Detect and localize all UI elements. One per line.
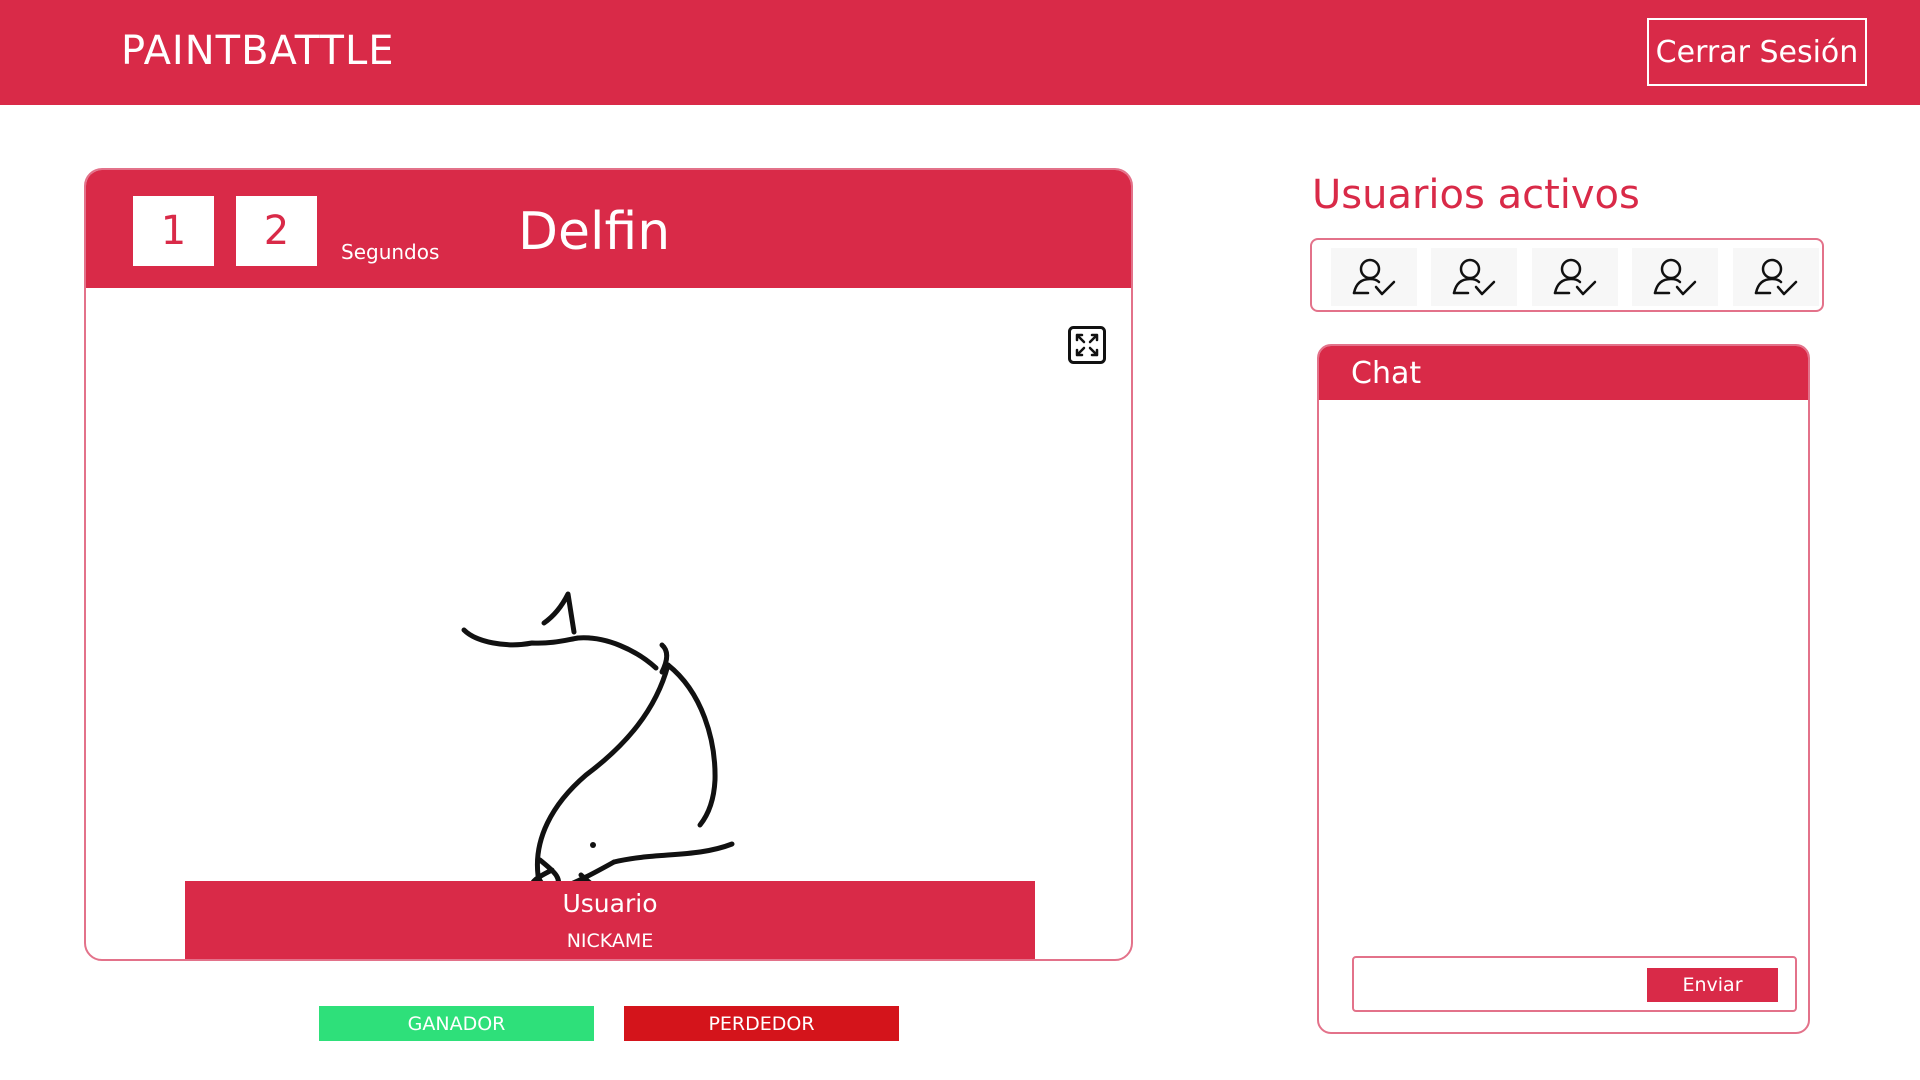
chat-input[interactable]: [1362, 966, 1656, 1004]
timer-unit-label: Segundos: [341, 240, 440, 264]
send-button[interactable]: Enviar: [1647, 968, 1778, 1002]
chat-title: Chat: [1351, 356, 1422, 391]
user-check-icon: [1553, 258, 1597, 296]
active-users-list: [1310, 238, 1824, 312]
active-user-2[interactable]: [1431, 248, 1517, 306]
active-user-5[interactable]: [1733, 248, 1819, 306]
drawer-label: Usuario: [562, 889, 658, 918]
drawer-info: Usuario NICKAME: [185, 881, 1035, 959]
active-user-4[interactable]: [1632, 248, 1718, 306]
active-users-title: Usuarios activos: [1312, 172, 1640, 218]
app-title: PAINTBATTLE: [121, 28, 395, 74]
user-check-icon: [1653, 258, 1697, 296]
drawer-nickname: NICKAME: [566, 930, 654, 952]
winner-button[interactable]: GANADOR: [319, 1006, 594, 1041]
logout-button[interactable]: Cerrar Sesión: [1647, 18, 1867, 86]
word-to-draw: Delfin: [518, 202, 671, 262]
loser-button[interactable]: PERDEDOR: [624, 1006, 899, 1041]
user-check-icon: [1352, 258, 1396, 296]
top-bar: PAINTBATTLE Cerrar Sesión: [0, 0, 1920, 105]
chat-messages[interactable]: [1319, 400, 1808, 950]
chat-panel: Chat Enviar: [1317, 344, 1810, 1034]
active-user-1[interactable]: [1331, 248, 1417, 306]
user-check-icon: [1452, 258, 1496, 296]
drawing-canvas[interactable]: [456, 420, 846, 903]
dolphin-drawing: [461, 591, 735, 903]
chat-input-box: Enviar: [1352, 956, 1797, 1012]
active-user-3[interactable]: [1532, 248, 1618, 306]
user-check-icon: [1754, 258, 1798, 296]
game-card: 1 2 Segundos Delfin Usuario NICKAME: [84, 168, 1133, 961]
timer-digit-tens: 1: [133, 196, 214, 266]
chat-header: Chat: [1319, 346, 1808, 400]
timer-digit-ones: 2: [236, 196, 317, 266]
expand-icon[interactable]: [1068, 326, 1106, 364]
game-header: 1 2 Segundos Delfin: [86, 170, 1131, 288]
